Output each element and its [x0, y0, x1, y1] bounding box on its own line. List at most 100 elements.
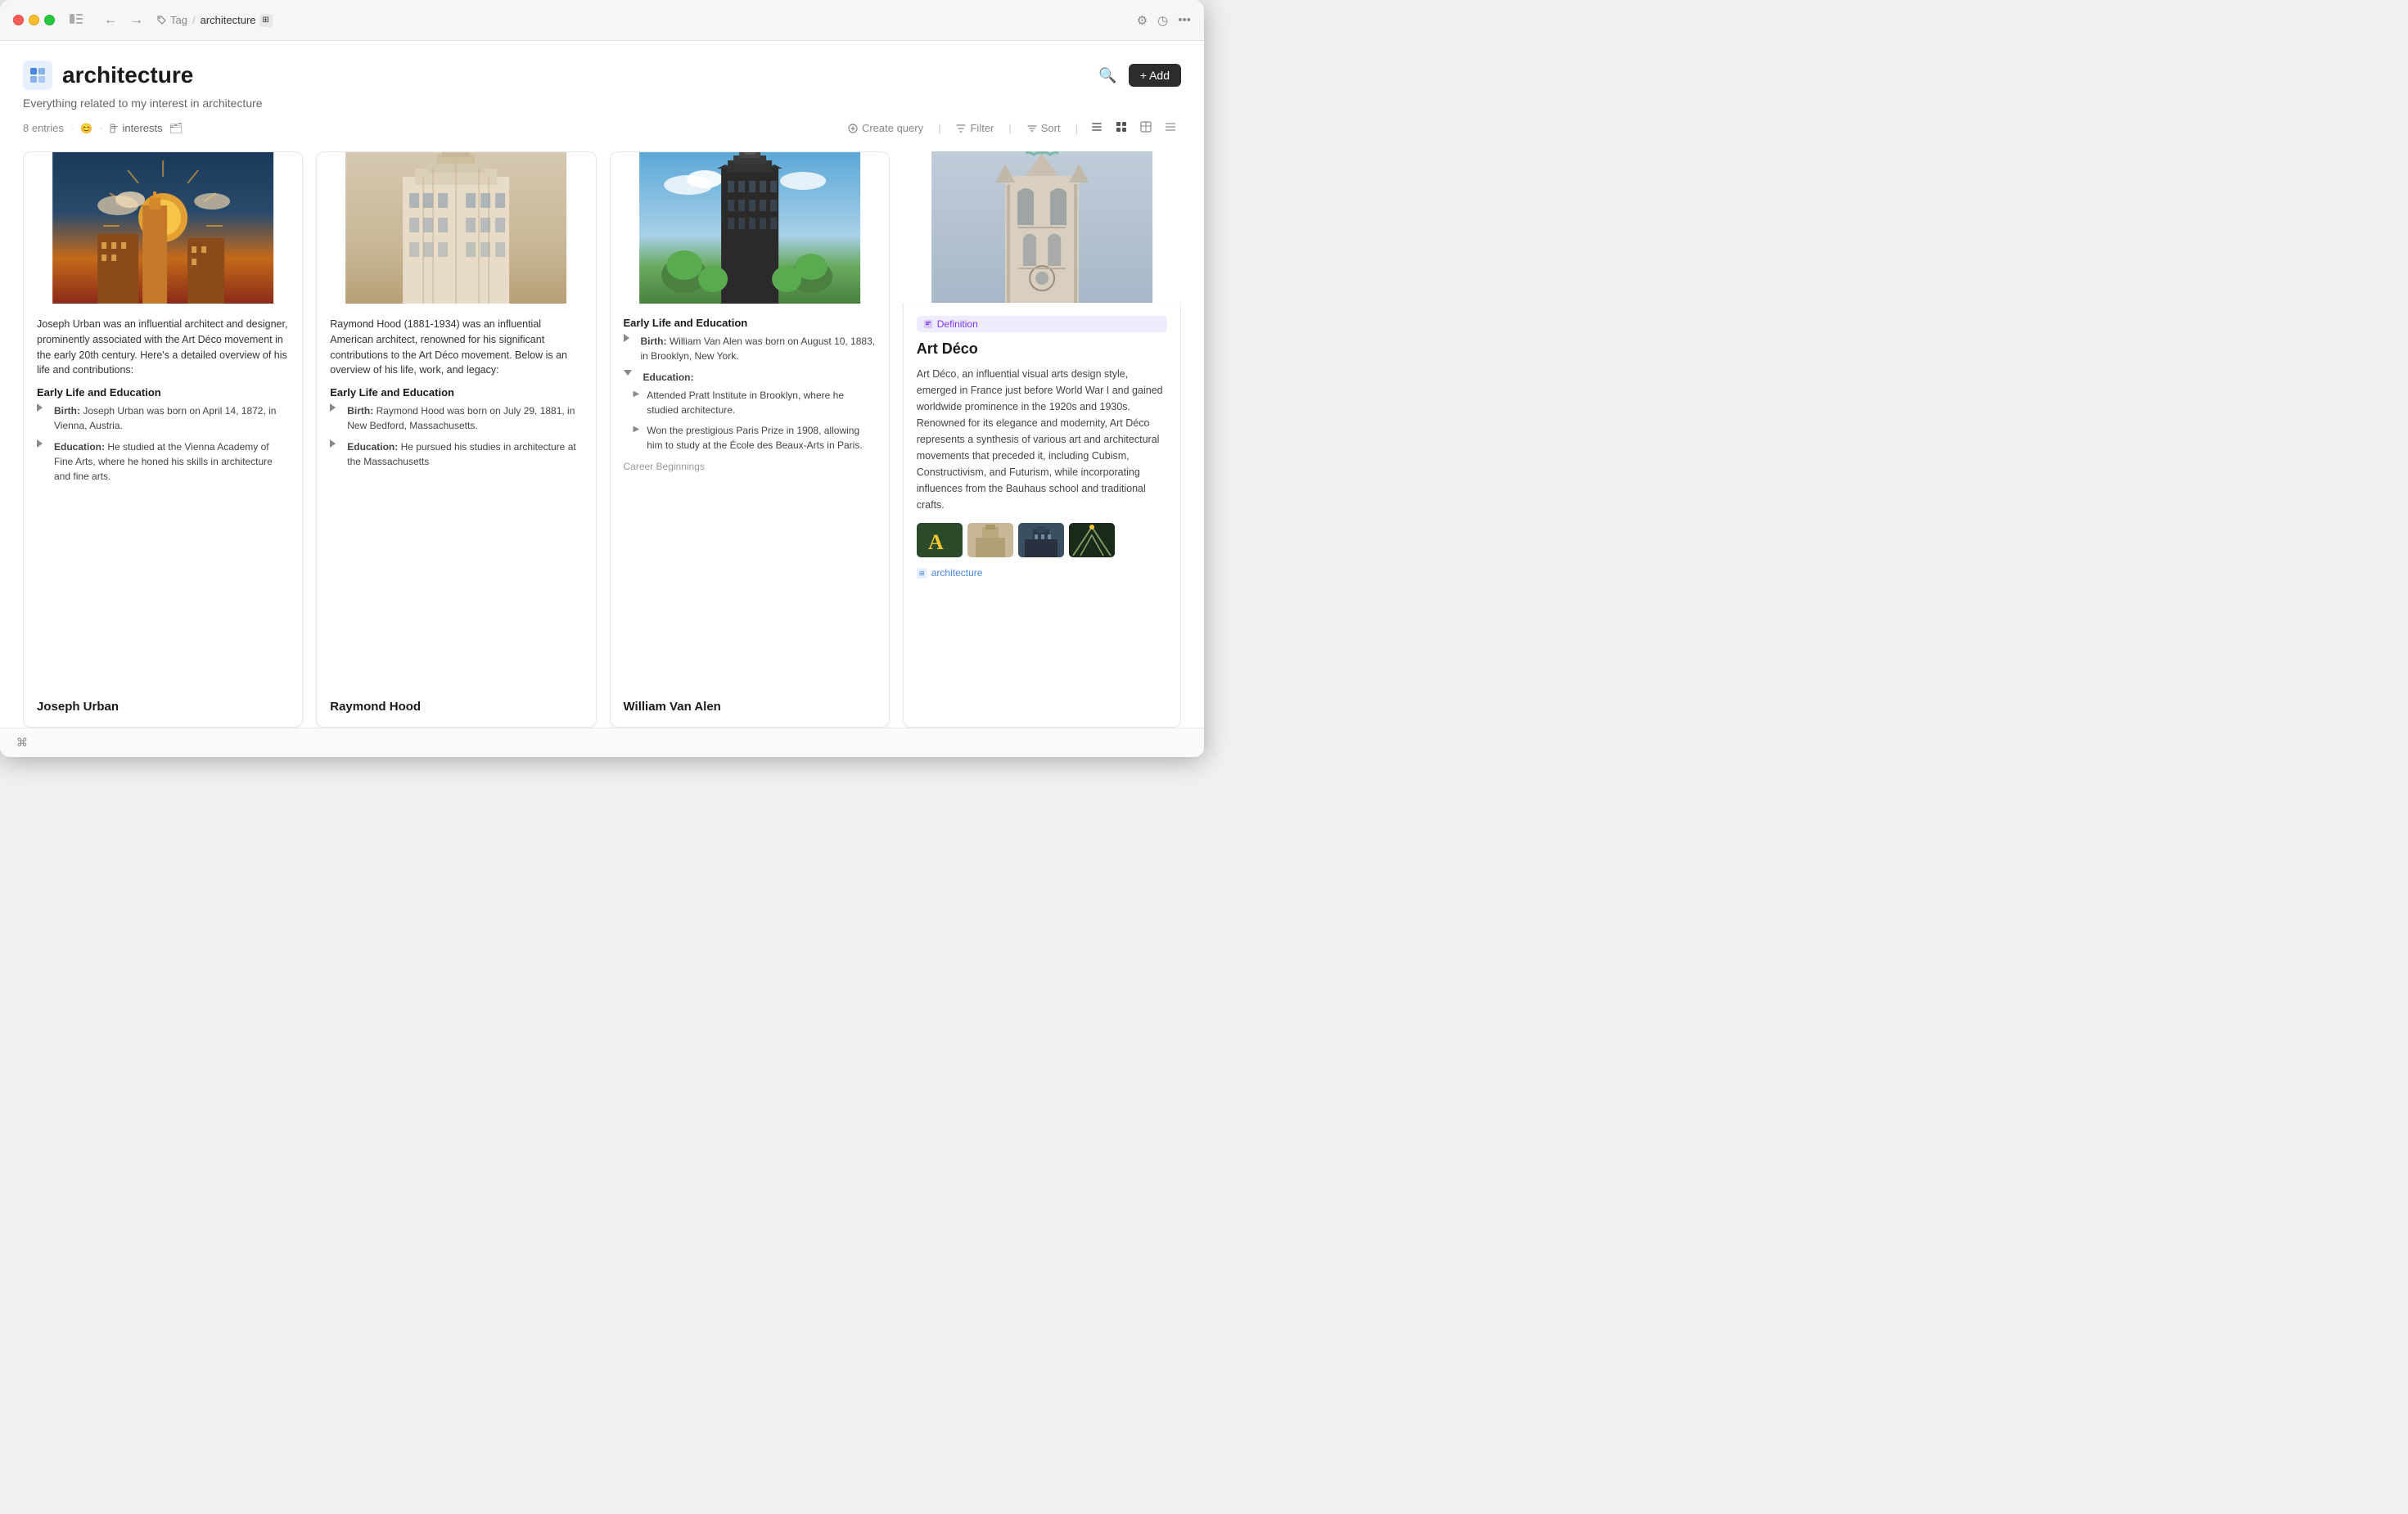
breadcrumb: Tag / architecture ⊞ [156, 14, 273, 27]
sort-label: Sort [1041, 122, 1061, 134]
card-text-raymond-hood: Raymond Hood (1881-1934) was an influent… [330, 317, 582, 378]
meta-actions: Create query | Filter | Sort | [841, 118, 1181, 138]
sidebar-toggle-button[interactable] [65, 11, 88, 29]
card-body-joseph-urban: Joseph Urban was an influential architec… [24, 304, 302, 700]
current-page-label: architecture [201, 14, 256, 26]
traffic-lights [13, 15, 55, 25]
svg-text:A: A [928, 530, 944, 554]
card-bullet-birth-2: Birth: Raymond Hood was born on July 29,… [330, 403, 582, 436]
page-icon [23, 61, 52, 90]
card-section-raymond-hood: Early Life and Education [330, 386, 582, 399]
forward-button[interactable]: → [127, 11, 147, 29]
breadcrumb-tag[interactable]: Tag [156, 14, 187, 26]
sub-bullet-arrow-1: ▶ [634, 390, 640, 421]
bullet-birth-3: Birth: William Van Alen was born on Augu… [638, 334, 876, 363]
page-header: architecture 🔍 + Add [23, 61, 1181, 90]
grid-view-button[interactable] [1111, 118, 1132, 138]
search-button[interactable]: 🔍 [1095, 64, 1120, 88]
card-body-raymond-hood: Raymond Hood (1881-1934) was an influent… [317, 304, 595, 700]
sub-bullet-1: ▶ Attended Pratt Institute in Brooklyn, … [624, 388, 876, 421]
filter-label: Filter [970, 122, 994, 134]
page-content: architecture 🔍 + Add Everything related … [0, 41, 1204, 728]
card-art-deco: Definition Art Déco Art Déco, an influen… [903, 151, 1181, 728]
sub-bullet-text-1: Attended Pratt Institute in Brooklyn, wh… [643, 388, 876, 417]
entries-count: 8 entries [23, 122, 64, 134]
more-view-button[interactable] [1160, 118, 1181, 138]
page-meta: 8 entries · 😊 · interests 🗂 Create query… [23, 118, 1181, 138]
sub-bullet-2: ▶ Won the prestigious Paris Prize in 190… [624, 423, 876, 456]
card-title-joseph-urban: Joseph Urban [24, 700, 302, 727]
card-detail-thumbs: A [917, 523, 1167, 557]
calendar-icon-button[interactable]: ◷ [1157, 13, 1168, 28]
card-joseph-urban: Joseph Urban was an influential architec… [23, 151, 303, 728]
settings-icon-button[interactable]: ⚙ [1137, 13, 1148, 28]
back-button[interactable]: ← [101, 11, 120, 29]
page-title: architecture [62, 62, 193, 88]
breadcrumb-separator: / [192, 14, 196, 26]
separator-3: | [1075, 122, 1078, 134]
archive-icon: 🗂 [169, 122, 183, 135]
card-bullet-birth-3: Birth: William Van Alen was born on Augu… [624, 334, 876, 367]
card-image-raymond-hood [317, 152, 595, 304]
card-title-william-van-alen: William Van Alen [611, 700, 889, 727]
maximize-button[interactable] [44, 15, 55, 25]
app-window: ← → Tag / architecture ⊞ ⚙ ◷ ••• [0, 0, 1204, 757]
card-section-joseph-urban: Early Life and Education [37, 386, 289, 399]
card-career-section: Career Beginnings [624, 461, 876, 472]
bullet-education-3: Education: [640, 370, 694, 385]
breadcrumb-tag-label: Tag [170, 14, 187, 26]
card-detail-title: Art Déco [917, 340, 1167, 358]
expand-icon-6 [624, 370, 632, 376]
expand-icon-3 [330, 403, 336, 412]
sub-bullet-text-2: Won the prestigious Paris Prize in 1908,… [643, 423, 876, 453]
expand-icon-2 [37, 439, 43, 448]
card-body-william-van-alen: Early Life and Education Birth: William … [611, 304, 889, 700]
nav-buttons: ← → [101, 11, 147, 29]
meta-tag[interactable]: interests [110, 122, 163, 134]
separator-2: | [1008, 122, 1011, 134]
card-image-art-deco [903, 151, 1181, 303]
card-raymond-hood: Raymond Hood (1881-1934) was an influent… [316, 151, 596, 728]
thumb-2 [967, 523, 1013, 557]
filter-button[interactable]: Filter [949, 119, 1000, 137]
bullet-birth-1: Birth: Joseph Urban was born on April 14… [51, 403, 289, 433]
bullet-education-1: Education: He studied at the Vienna Acad… [51, 439, 289, 484]
cards-grid: Joseph Urban was an influential architec… [23, 151, 1181, 728]
sub-bullet-arrow-2: ▶ [634, 425, 640, 456]
expand-icon-1 [37, 403, 43, 412]
separator-1: | [938, 122, 940, 134]
thumb-4 [1069, 523, 1115, 557]
card-image-joseph-urban [24, 152, 302, 304]
create-query-button[interactable]: Create query [841, 119, 930, 137]
emoji-icon: 😊 [80, 123, 92, 134]
bullet-education-2: Education: He pursued his studies in arc… [344, 439, 582, 469]
breadcrumb-current: architecture ⊞ [201, 14, 273, 27]
definition-badge: Definition [917, 316, 1167, 332]
close-button[interactable] [13, 15, 24, 25]
list-view-button[interactable] [1086, 118, 1107, 138]
card-detail-art-deco: Definition Art Déco Art Déco, an influen… [903, 303, 1181, 728]
minimize-button[interactable] [29, 15, 39, 25]
expand-icon-5 [624, 334, 629, 342]
status-bar: ⌘ [0, 728, 1204, 757]
meta-dot-1: · [70, 122, 74, 134]
header-right: 🔍 + Add [1095, 64, 1181, 88]
card-bullet-education-2: Education: He pursued his studies in arc… [330, 439, 582, 472]
view-icons [1086, 118, 1181, 138]
page-subtitle: Everything related to my interest in arc… [23, 97, 1181, 110]
card-image-william-van-alen [611, 152, 889, 304]
card-detail-text: Art Déco, an influential visual arts des… [917, 366, 1167, 513]
sort-button[interactable]: Sort [1020, 119, 1067, 137]
page-title-row: architecture [23, 61, 193, 90]
add-button[interactable]: + Add [1129, 64, 1181, 87]
tag-interests-label: interests [123, 122, 163, 134]
card-bullet-birth-1: Birth: Joseph Urban was born on April 14… [37, 403, 289, 436]
more-icon-button[interactable]: ••• [1178, 13, 1191, 27]
create-query-label: Create query [862, 122, 923, 134]
titlebar: ← → Tag / architecture ⊞ ⚙ ◷ ••• [0, 0, 1204, 41]
tag-icon: ⊞ [917, 568, 927, 579]
card-text-joseph-urban: Joseph Urban was an influential architec… [37, 317, 289, 378]
thumb-3 [1018, 523, 1064, 557]
card-detail-tag[interactable]: ⊞ architecture [917, 567, 1167, 579]
table-view-button[interactable] [1135, 118, 1157, 138]
